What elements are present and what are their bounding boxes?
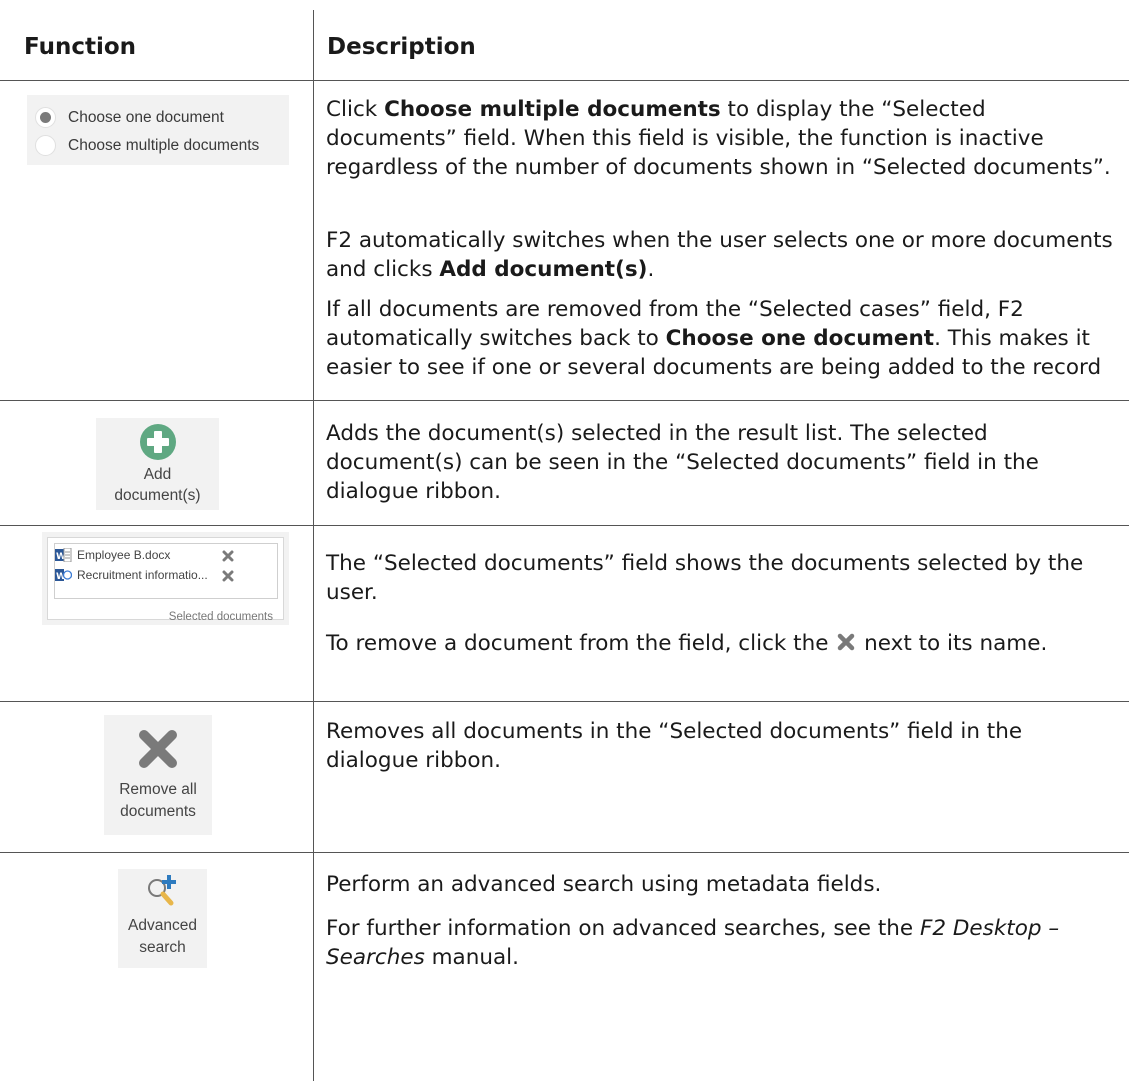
- remove-all-label-1: Remove all: [119, 781, 197, 798]
- add-documents-label-2: document(s): [114, 487, 201, 504]
- close-x-icon[interactable]: [222, 550, 234, 562]
- radio-choose-multiple[interactable]: Choose multiple documents: [35, 135, 259, 156]
- header-divider: [0, 80, 1129, 81]
- search-description-p2: For further information on advanced sear…: [326, 916, 1060, 970]
- radio-options-thumbnail: Choose one document Choose multiple docu…: [27, 95, 289, 165]
- close-x-icon[interactable]: [222, 570, 234, 582]
- advanced-search-label-1: Advanced: [128, 917, 197, 934]
- search-description-p1: Perform an advanced search using metadat…: [326, 872, 882, 897]
- radio-choose-multiple-label: Choose multiple documents: [68, 136, 260, 154]
- header-description: Description: [327, 34, 476, 60]
- row-divider: [0, 701, 1129, 702]
- radio-choose-one-label: Choose one document: [68, 108, 224, 126]
- remove-description: Removes all documents in the “Selected d…: [326, 719, 1023, 773]
- choose-description-p3: If all documents are removed from the “S…: [326, 297, 1102, 380]
- selected-description-p1: The “Selected documents” field shows the…: [326, 551, 1084, 605]
- remove-all-label-2: documents: [120, 803, 196, 820]
- choose-description-p1: Click Choose multiple documents to displ…: [326, 97, 1111, 180]
- row-divider: [0, 852, 1129, 853]
- close-x-icon: [838, 633, 855, 651]
- advanced-search-label-2: search: [139, 939, 186, 956]
- advanced-search-button[interactable]: Advanced search: [118, 869, 207, 968]
- selected-document-item[interactable]: W Recruitment informatio...: [55, 568, 208, 582]
- selected-document-name: Recruitment informatio...: [77, 568, 208, 582]
- row-divider: [0, 400, 1129, 401]
- add-description: Adds the document(s) selected in the res…: [326, 421, 1039, 504]
- radio-checked-icon: [35, 107, 56, 128]
- column-divider: [313, 10, 314, 1081]
- function-table: Function Description Choose one document…: [0, 0, 1129, 1081]
- plus-circle-icon: [140, 424, 176, 460]
- word-doc-icon: W: [55, 569, 72, 582]
- selected-document-item[interactable]: W Employee B.docx: [55, 548, 170, 562]
- selected-documents-field: W Employee B.docx W Recruitment informat…: [47, 537, 284, 623]
- add-documents-button[interactable]: Add document(s): [96, 418, 219, 510]
- remove-all-documents-button[interactable]: Remove all documents: [104, 715, 212, 835]
- row-divider: [0, 525, 1129, 526]
- selected-description-p2: To remove a document from the field, cli…: [326, 631, 1048, 656]
- radio-choose-one[interactable]: Choose one document: [35, 107, 224, 128]
- magnifier-plus-icon: [148, 875, 176, 906]
- big-x-icon: [139, 730, 177, 768]
- add-documents-label-1: Add: [143, 466, 172, 483]
- radio-unchecked-icon: [35, 135, 56, 156]
- header-function: Function: [24, 34, 137, 60]
- word-doc-icon: W: [55, 548, 72, 562]
- selected-documents-caption: Selected documents: [168, 611, 273, 623]
- choose-description-p2: F2 automatically switches when the user …: [326, 228, 1113, 282]
- selected-document-name: Employee B.docx: [77, 548, 171, 562]
